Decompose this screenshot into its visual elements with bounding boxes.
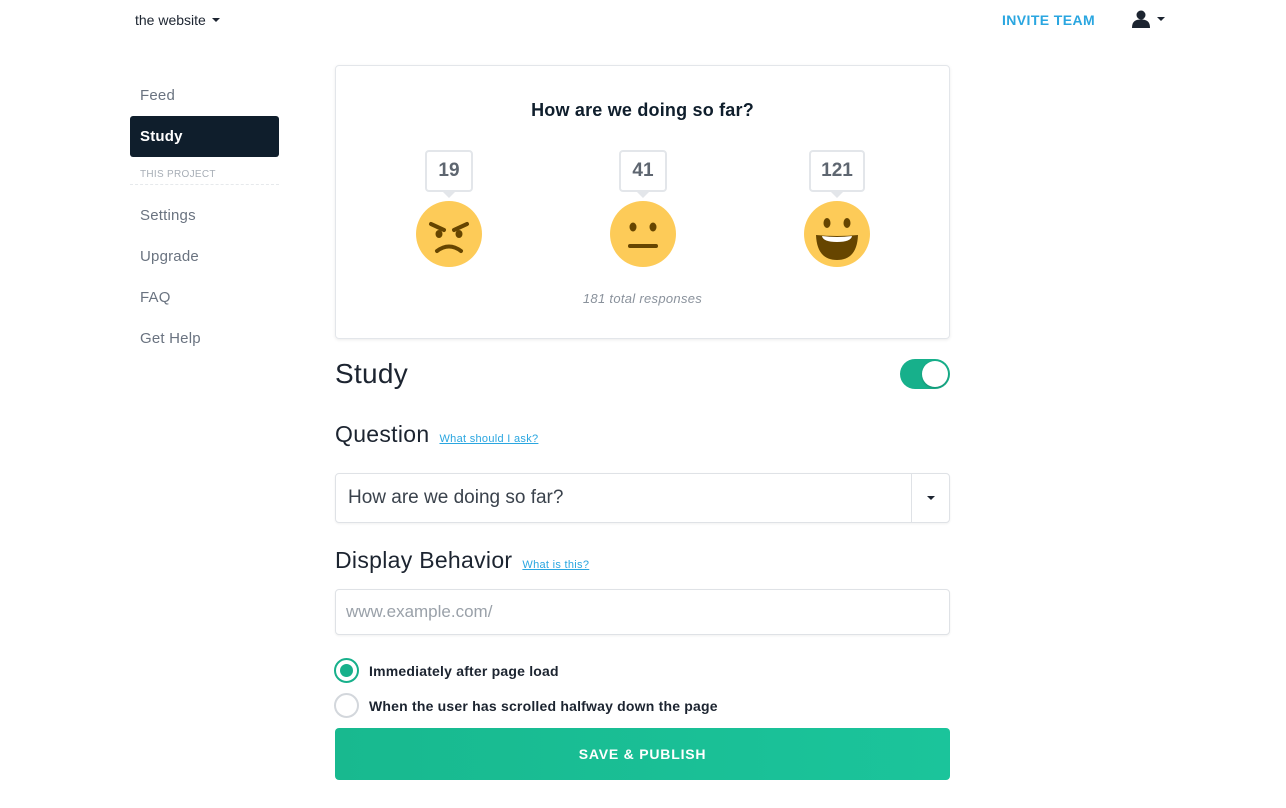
save-publish-button[interactable]: SAVE & PUBLISH (335, 728, 950, 780)
question-heading: Question (335, 421, 430, 447)
sidebar-item-study[interactable]: Study (130, 116, 279, 157)
radio-button[interactable] (334, 693, 359, 718)
display-behavior-help-link[interactable]: What is this? (522, 559, 589, 571)
sidebar-item-settings[interactable]: Settings (130, 195, 279, 236)
question-help-link[interactable]: What should I ask? (439, 433, 538, 445)
option-immediately[interactable]: Immediately after page load (334, 658, 559, 683)
page-title: Study (335, 358, 409, 389)
option-label: Immediately after page load (369, 662, 559, 679)
rating-happy: 121 (792, 150, 882, 268)
url-input[interactable] (335, 589, 950, 635)
sidebar-item-upgrade[interactable]: Upgrade (130, 236, 279, 277)
site-selector[interactable]: the website (135, 12, 220, 28)
chevron-down-icon (926, 496, 935, 500)
results-card: How are we doing so far? 19 41 121 181 t… (335, 65, 950, 339)
study-enabled-toggle[interactable] (900, 359, 950, 389)
question-select-value: How are we doing so far? (348, 487, 564, 508)
rating-count: 19 (425, 150, 473, 198)
rating-count: 121 (809, 150, 865, 198)
radio-button[interactable] (334, 658, 359, 683)
toggle-knob (922, 361, 948, 387)
chevron-down-icon (1157, 17, 1165, 21)
display-behavior-heading: Display Behavior (335, 547, 513, 573)
invite-team-link[interactable]: INVITE TEAM (1002, 12, 1095, 28)
sidebar-section-label: THIS PROJECT (130, 169, 279, 185)
question-select[interactable]: How are we doing so far? (335, 473, 950, 523)
sidebar-item-get-help[interactable]: Get Help (130, 318, 279, 359)
total-responses: 181 total responses (582, 291, 703, 306)
rating-angry: 19 (404, 150, 494, 268)
rating-count: 41 (619, 150, 667, 198)
sidebar-nav: Feed Study THIS PROJECT Settings Upgrade… (130, 75, 279, 359)
user-menu[interactable] (1131, 10, 1165, 28)
display-behavior-section: Display Behavior What is this? (335, 547, 589, 574)
grinning-face-icon (804, 201, 870, 267)
option-label: When the user has scrolled halfway down … (369, 697, 718, 714)
chevron-down-icon (211, 18, 220, 22)
rating-neutral: 41 (598, 150, 688, 268)
option-scrolled-halfway[interactable]: When the user has scrolled halfway down … (334, 693, 718, 718)
site-name: the website (135, 12, 206, 28)
sidebar-item-faq[interactable]: FAQ (130, 277, 279, 318)
neutral-face-icon (610, 201, 676, 267)
question-section: Question What should I ask? (335, 421, 538, 448)
results-question: How are we doing so far? (531, 100, 754, 120)
sidebar-item-feed[interactable]: Feed (130, 75, 279, 116)
question-select-toggle[interactable] (911, 474, 949, 522)
angry-face-icon (416, 201, 482, 267)
user-icon (1132, 10, 1150, 28)
